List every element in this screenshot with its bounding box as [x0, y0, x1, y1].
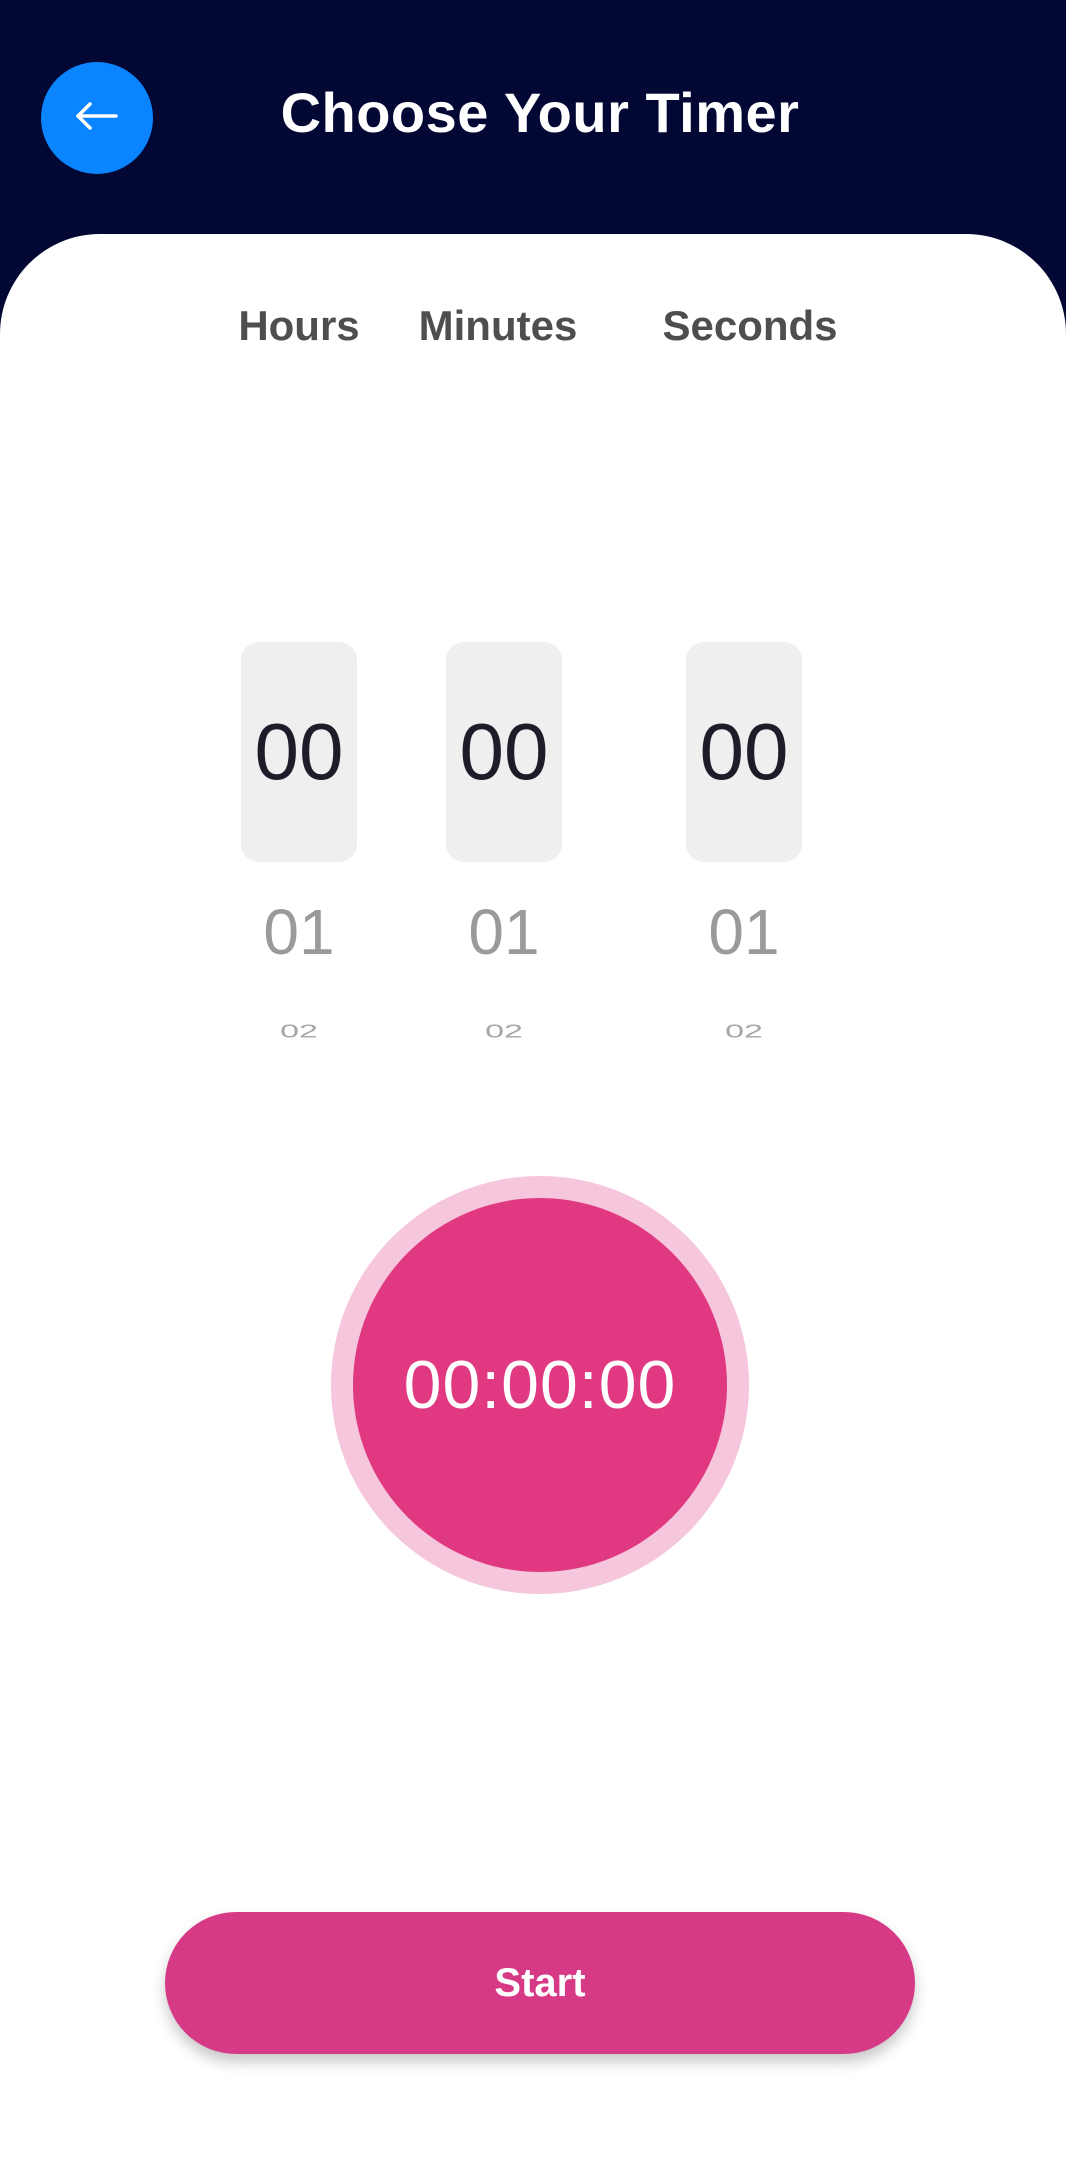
timer-dial-ring: 00:00:00 [331, 1176, 749, 1594]
hours-picker-option[interactable]: 02 [241, 1022, 357, 1041]
timer-dial: 00:00:00 [353, 1198, 727, 1572]
minutes-picker-option[interactable]: 02 [446, 1022, 562, 1041]
seconds-picker-selected[interactable]: 00 [686, 642, 802, 862]
start-button[interactable]: Start [165, 1912, 915, 2054]
page-title: Choose Your Timer [280, 81, 800, 144]
hours-label: Hours [238, 302, 360, 349]
seconds-picker-option[interactable]: 02 [686, 1022, 802, 1041]
minutes-picker-selected[interactable]: 00 [446, 642, 562, 862]
seconds-picker-option[interactable]: 01 [686, 895, 802, 969]
minutes-picker-option[interactable]: 01 [446, 895, 562, 969]
timer-display: 00:00:00 [403, 1347, 677, 1423]
hours-picker-option[interactable]: 01 [241, 895, 357, 969]
seconds-label: Seconds [662, 302, 838, 349]
hours-picker-selected[interactable]: 00 [241, 642, 357, 862]
minutes-label: Minutes [418, 302, 578, 349]
start-button-label: Start [494, 1960, 586, 2005]
